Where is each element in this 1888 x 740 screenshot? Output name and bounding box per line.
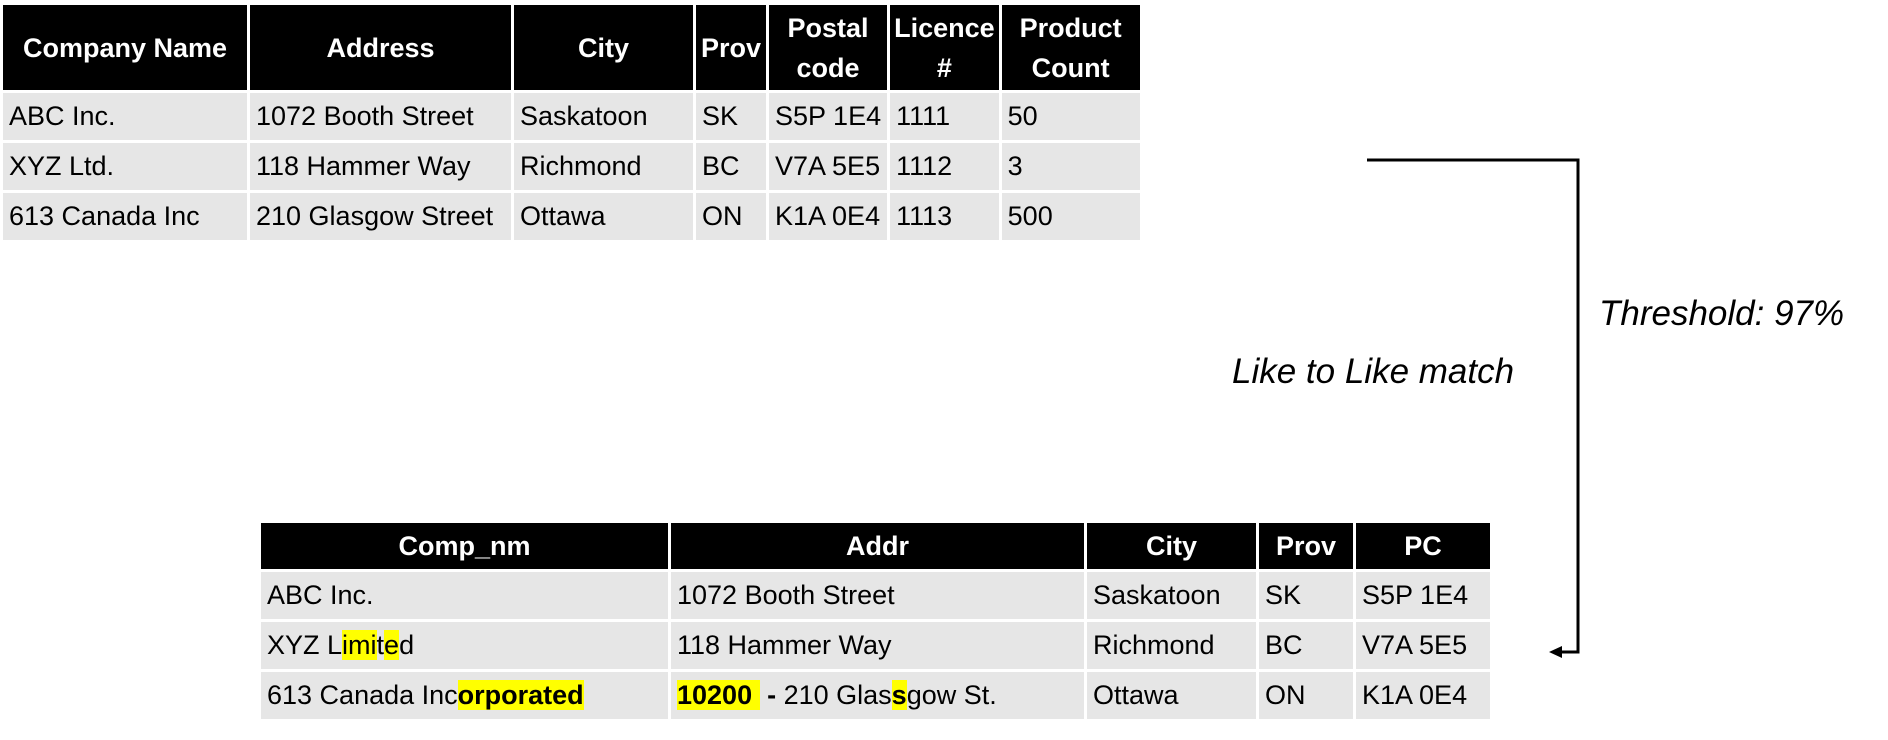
text-segment: 1072 Booth Street xyxy=(677,580,895,610)
cell-prov: ON xyxy=(1259,672,1353,719)
text-segment: 118 Hammer Way xyxy=(677,630,892,660)
target-header-prov: Prov xyxy=(1259,523,1353,569)
cell-city: Richmond xyxy=(1087,622,1256,669)
text-segment: XYZ L xyxy=(267,630,343,660)
table-row: ABC Inc. 1072 Booth Street Saskatoon SK … xyxy=(261,572,1490,619)
cell-comp-nm: ABC Inc. xyxy=(261,572,668,619)
cell-city: Saskatoon xyxy=(1087,572,1256,619)
cell-pc: V7A 5E5 xyxy=(1356,622,1490,669)
cell-comp-nm: 613 Canada Incorporated xyxy=(261,672,668,719)
highlighted-diff-segment: orporated xyxy=(457,680,584,710)
highlighted-diff-segment: s xyxy=(891,680,907,710)
text-segment: 613 Canada Inc xyxy=(267,680,458,710)
cell-city: Ottawa xyxy=(1087,672,1256,719)
highlighted-diff-segment: - xyxy=(759,680,784,710)
cell-pc: S5P 1E4 xyxy=(1356,572,1490,619)
cell-prov: BC xyxy=(1259,622,1353,669)
target-header-comp-nm: Comp_nm xyxy=(261,523,668,569)
highlighted-diff-segment: imi xyxy=(342,630,377,660)
cell-addr: 10200 - 210 Glassgow St. xyxy=(671,672,1084,719)
text-segment: d xyxy=(399,630,415,660)
highlighted-diff-segment: e xyxy=(384,630,400,660)
arrowhead-icon xyxy=(1549,646,1562,658)
cell-prov: SK xyxy=(1259,572,1353,619)
cell-addr: 118 Hammer Way xyxy=(671,622,1084,669)
table-row: XYZ Limited 118 Hammer Way Richmond BC V… xyxy=(261,622,1490,669)
text-segment: ABC Inc. xyxy=(267,580,374,610)
target-table: Comp_nm Addr City Prov PC ABC Inc. 1072 … xyxy=(258,520,1493,722)
match-type-label: Like to Like match xyxy=(1232,352,1515,391)
text-segment: gow St. xyxy=(906,680,997,710)
threshold-label: Threshold: 97% xyxy=(1599,294,1845,333)
target-header-city: City xyxy=(1087,523,1256,569)
highlighted-diff-segment: 10200 xyxy=(677,680,760,710)
target-header-addr: Addr xyxy=(671,523,1084,569)
table-row: 613 Canada Incorporated 10200 - 210 Glas… xyxy=(261,672,1490,719)
cell-addr: 1072 Booth Street xyxy=(671,572,1084,619)
cell-comp-nm: XYZ Limited xyxy=(261,622,668,669)
text-segment: t xyxy=(376,630,385,660)
target-header-pc: PC xyxy=(1356,523,1490,569)
cell-pc: K1A 0E4 xyxy=(1356,672,1490,719)
text-segment: 210 Glas xyxy=(783,680,892,710)
target-table-header-row: Comp_nm Addr City Prov PC xyxy=(261,523,1490,569)
